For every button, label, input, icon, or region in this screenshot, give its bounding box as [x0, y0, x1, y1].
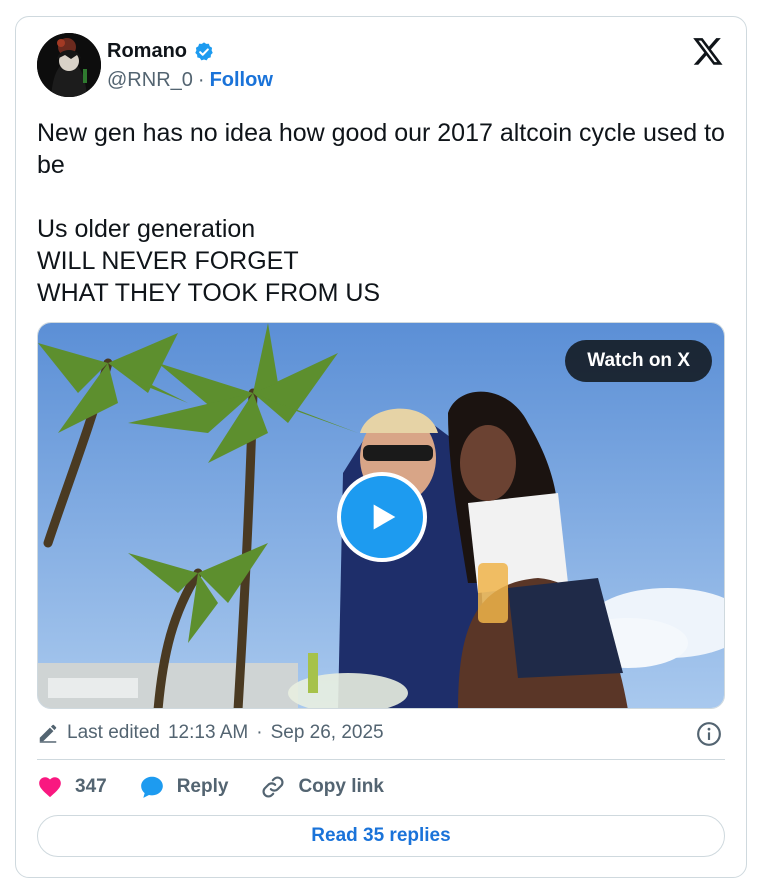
- verified-badge-icon: [195, 41, 213, 60]
- action-bar: 347 Reply Copy link: [37, 774, 416, 800]
- separator: ·: [197, 69, 205, 91]
- heart-icon: [39, 777, 61, 798]
- play-icon: [373, 504, 396, 530]
- edited-row: Last edited 12:13 AM · Sep 26, 2025: [37, 722, 384, 744]
- follow-button[interactable]: Follow: [210, 69, 273, 92]
- like-count: 347: [75, 776, 107, 797]
- video-player[interactable]: Watch on X: [37, 322, 725, 709]
- avatar[interactable]: [37, 33, 101, 97]
- edited-label: Last edited: [67, 722, 160, 743]
- handle[interactable]: @RNR_0: [107, 69, 193, 92]
- timestamp-time[interactable]: 12:13 AM: [168, 722, 248, 744]
- tweet-text: New gen has no idea how good our 2017 al…: [37, 119, 725, 307]
- play-button[interactable]: [337, 472, 427, 562]
- pencil-icon: [39, 724, 57, 743]
- watch-on-x-button[interactable]: Watch on X: [565, 340, 712, 382]
- timestamp-date[interactable]: Sep 26, 2025: [271, 722, 384, 744]
- read-replies-button[interactable]: Read 35 replies: [37, 815, 725, 857]
- reply-button[interactable]: Reply: [139, 774, 229, 800]
- copy-link-label: Copy link: [298, 776, 384, 797]
- divider: [37, 759, 725, 760]
- x-logo-icon[interactable]: [692, 35, 724, 67]
- reply-label: Reply: [176, 776, 229, 797]
- reply-bubble-icon: [140, 776, 163, 798]
- handle-row: @RNR_0 · Follow: [107, 69, 273, 92]
- author-name-row: Romano: [107, 40, 215, 63]
- tweet-card: Romano @RNR_0 · Follow New gen has no id…: [15, 16, 747, 878]
- separator: ·: [256, 722, 263, 743]
- link-icon: [262, 776, 284, 798]
- like-button[interactable]: 347: [37, 774, 107, 800]
- display-name[interactable]: Romano: [107, 40, 187, 63]
- info-icon[interactable]: [696, 721, 722, 747]
- copy-link-button[interactable]: Copy link: [260, 774, 384, 800]
